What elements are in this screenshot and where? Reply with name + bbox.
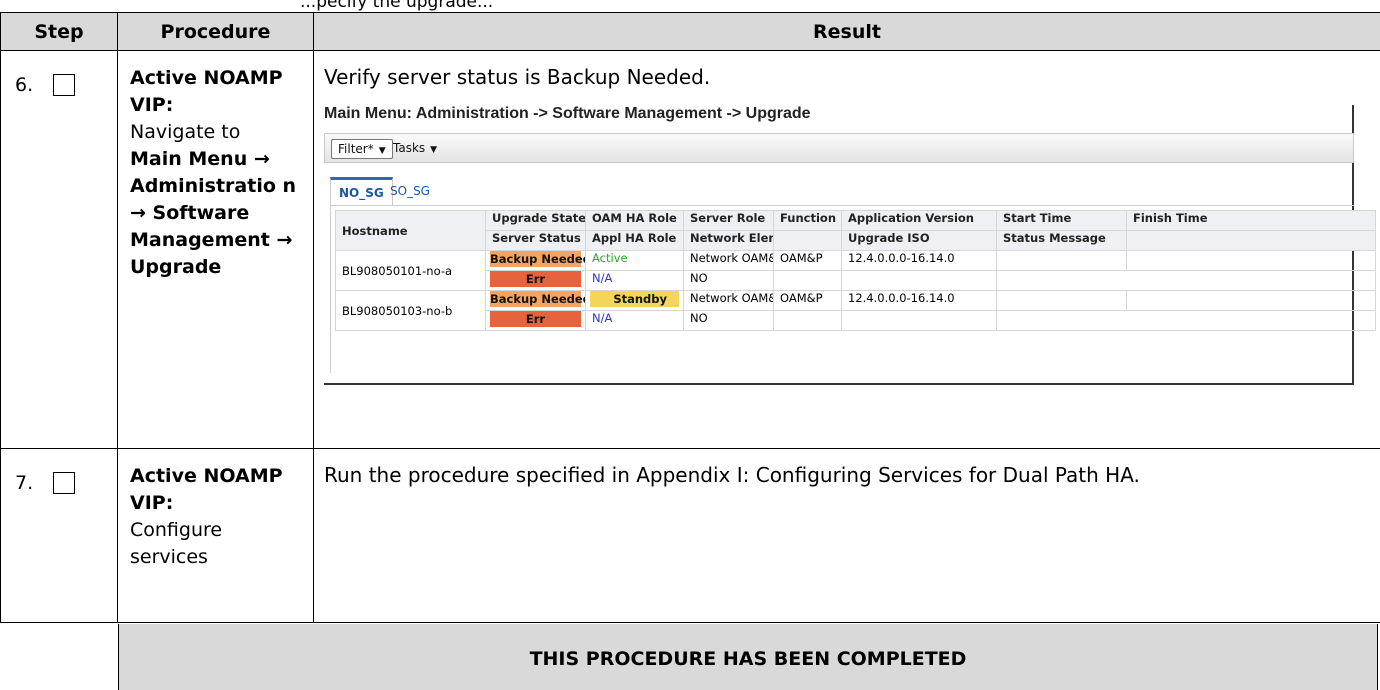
server-grid-container: Hostname Upgrade State OAM HA Role Serve…: [330, 205, 1376, 373]
tasks-label: Tasks: [393, 141, 426, 155]
filter-button[interactable]: Filter* ▼: [331, 139, 393, 159]
finish-time-cell: [1126, 250, 1376, 271]
status-badge: Err: [490, 271, 581, 287]
procedure-cell: Active NOAMP VIP: Configure services: [117, 448, 314, 623]
table-row[interactable]: Err N/A NO: [336, 270, 1376, 291]
step-checkbox[interactable]: [53, 471, 76, 494]
grid-header-row: Server Status Appl HA Role Network Eleme…: [336, 230, 1376, 251]
step-number: 7.: [15, 471, 34, 494]
result-cell: Verify server status is Backup Needed. M…: [313, 50, 1380, 449]
column-header-oam-ha-role: OAM HA Role: [585, 210, 684, 231]
empty-cell: [773, 310, 842, 331]
table-row: 6. Active NOAMP VIP: Navigate to Main Me…: [0, 50, 1380, 449]
column-header-status-message: Status Message: [996, 230, 1127, 251]
column-header-finish-time: Finish Time: [1126, 210, 1376, 231]
header-procedure: Procedure: [117, 12, 314, 51]
start-time-cell: [996, 250, 1127, 271]
clipped-header-text: ...pecify the upgrade...: [300, 0, 494, 12]
table-row: 7. Active NOAMP VIP: Configure services …: [0, 448, 1380, 623]
start-time-cell: [996, 290, 1127, 311]
status-message-cell: [996, 270, 1376, 291]
server-status-cell: Err: [485, 270, 586, 291]
procedure-navigation-path: Main Menu → Administratio n → Software M…: [130, 148, 297, 278]
oam-ha-role-cell: Standby: [585, 290, 684, 311]
server-status-cell: Err: [485, 310, 586, 331]
gui-toolbar: Filter* ▼ Tasks ▼: [324, 133, 1354, 163]
procedure-instruction: Navigate to: [130, 121, 241, 143]
upgrade-screenshot: Main Menu: Administration -> Software Ma…: [324, 105, 1376, 385]
upgrade-state-cell: Backup Needed: [485, 250, 586, 271]
step-checkbox[interactable]: [53, 73, 76, 96]
gui-page-title: Main Menu: Administration -> Software Ma…: [324, 105, 811, 122]
table-header-row: Step Procedure Result: [0, 12, 1380, 51]
tab-so-sg[interactable]: SO_SG: [382, 177, 438, 205]
step-number: 6.: [15, 73, 34, 96]
column-header-network-element: Network Element: [683, 230, 774, 251]
server-role-cell: Network OAM&P: [683, 250, 774, 271]
header-result: Result: [313, 12, 1380, 51]
grid-header-row: Hostname Upgrade State OAM HA Role Serve…: [335, 210, 1376, 251]
column-header-start-time: Start Time: [996, 210, 1127, 231]
tasks-button[interactable]: Tasks ▼: [387, 139, 443, 159]
upgrade-state-cell: Backup Needed: [485, 290, 586, 311]
column-header-blank: [773, 230, 842, 251]
table-row[interactable]: Err N/A NO: [336, 310, 1376, 331]
status-badge: Err: [490, 311, 581, 327]
appl-ha-role-cell: N/A: [585, 310, 684, 331]
network-element-cell: NO: [683, 270, 774, 291]
upgrade-iso-cell: [841, 270, 997, 291]
procedure-role: Active NOAMP VIP:: [130, 465, 283, 514]
app-version-cell: 12.4.0.0.0-16.14.0: [841, 290, 997, 311]
server-role-cell: Network OAM&P: [683, 290, 774, 311]
hostname-cell: BL908050103-no-b: [335, 290, 486, 331]
step-cell: 6.: [0, 50, 118, 449]
column-header-appl-ha-role: Appl HA Role: [585, 230, 684, 251]
column-header-application-version: Application Version: [841, 210, 997, 231]
chevron-down-icon: ▼: [378, 146, 386, 156]
result-text: Verify server status is Backup Needed.: [324, 65, 711, 89]
status-badge: Backup Needed: [490, 251, 586, 267]
filter-label: Filter*: [338, 142, 374, 156]
table-row[interactable]: BL908050103-no-b Backup Needed Standby N…: [335, 290, 1376, 331]
procedure-cell: Active NOAMP VIP: Navigate to Main Menu …: [117, 50, 314, 449]
server-grid: Hostname Upgrade State OAM HA Role Serve…: [335, 210, 1376, 331]
completion-banner: THIS PROCEDURE HAS BEEN COMPLETED: [118, 624, 1378, 690]
finish-time-cell: [1126, 290, 1376, 311]
step-cell: 7.: [0, 448, 118, 623]
status-badge: Standby: [590, 291, 679, 307]
status-message-cell: [996, 310, 1376, 331]
column-header-upgrade-state: Upgrade State: [485, 210, 586, 231]
status-badge: Backup Needed: [490, 291, 586, 307]
column-header-upgrade-iso: Upgrade ISO: [841, 230, 997, 251]
completion-text: THIS PROCEDURE HAS BEEN COMPLETED: [529, 648, 967, 670]
column-header-hostname: Hostname: [335, 210, 486, 251]
procedure-instruction: Configure services: [130, 519, 223, 568]
function-cell: OAM&P: [773, 250, 842, 271]
column-header-server-status: Server Status: [485, 230, 586, 251]
oam-ha-role-cell: Active: [585, 250, 684, 271]
column-header-function: Function: [773, 210, 842, 231]
appl-ha-role-cell: N/A: [585, 270, 684, 291]
result-text: Run the procedure specified in Appendix …: [324, 463, 1140, 487]
chevron-down-icon: ▼: [430, 145, 438, 155]
upgrade-iso-cell: [841, 310, 997, 331]
hostname-cell: BL908050101-no-a: [335, 250, 486, 291]
header-step: Step: [0, 12, 118, 51]
empty-cell: [773, 270, 842, 291]
result-cell: Run the procedure specified in Appendix …: [313, 448, 1380, 623]
network-element-cell: NO: [683, 310, 774, 331]
procedure-table: Step Procedure Result 6. Active NOAMP VI…: [0, 12, 1380, 623]
table-row[interactable]: BL908050101-no-a Backup Needed Active Ne…: [335, 250, 1376, 291]
function-cell: OAM&P: [773, 290, 842, 311]
column-header-empty: [1126, 230, 1376, 251]
procedure-role: Active NOAMP VIP:: [130, 67, 283, 116]
column-header-server-role: Server Role: [683, 210, 774, 231]
app-version-cell: 12.4.0.0.0-16.14.0: [841, 250, 997, 271]
